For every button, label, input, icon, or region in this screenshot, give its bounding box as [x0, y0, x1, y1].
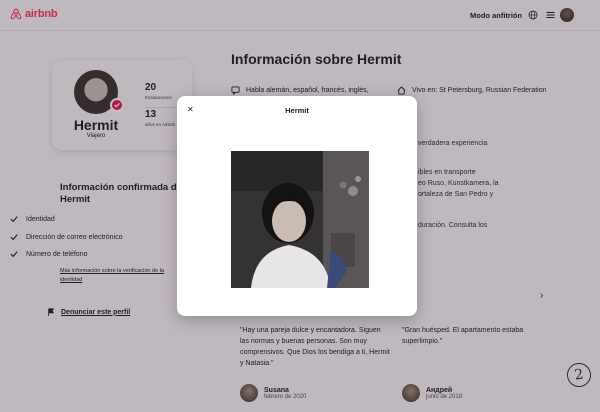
- photo-modal: ✕ Hermit: [177, 96, 417, 316]
- profile-photo-image: [231, 151, 369, 288]
- profile-photo-large: [231, 151, 369, 288]
- modal-title: Hermit: [285, 106, 309, 115]
- profile-page: airbnb Modo anfitrión Hermit Viajero 20 …: [0, 0, 600, 412]
